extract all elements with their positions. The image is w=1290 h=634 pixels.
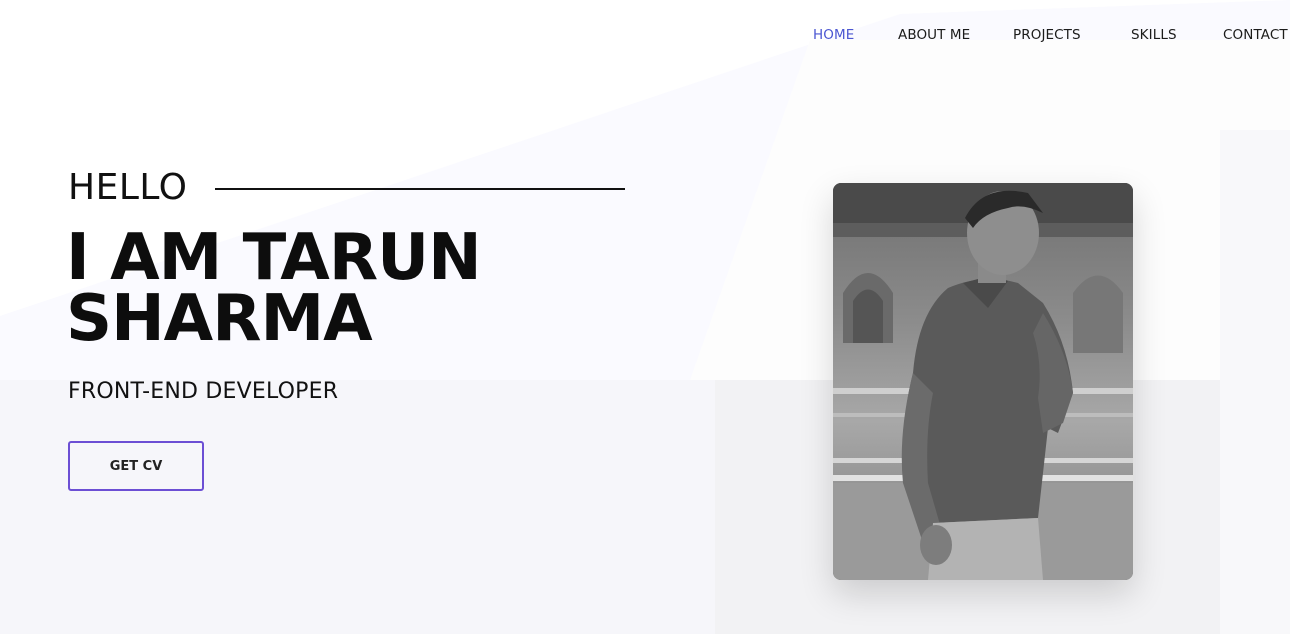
greeting-divider xyxy=(215,188,625,190)
name-line-1: I AM TARUN xyxy=(66,221,482,295)
get-cv-button[interactable]: GET CV xyxy=(68,441,204,491)
nav-contact-link[interactable]: CONTACT xyxy=(1223,27,1288,43)
greeting-text: HELLO xyxy=(68,167,188,208)
profile-photo xyxy=(833,183,1133,580)
hero-name-heading: I AM TARUN SHARMA xyxy=(66,221,482,356)
nav-about-link[interactable]: ABOUT ME xyxy=(898,27,970,43)
hero-page: HOME ABOUT ME PROJECTS SKILLS CONTACT HE… xyxy=(0,0,1290,634)
nav-home-link[interactable]: HOME xyxy=(813,27,854,43)
profile-photo-illustration xyxy=(833,183,1133,580)
nav-projects-link[interactable]: PROJECTS xyxy=(1013,27,1081,43)
role-text: FRONT-END DEVELOPER xyxy=(68,379,339,404)
name-line-2: SHARMA xyxy=(66,282,373,356)
main-nav: HOME ABOUT ME PROJECTS SKILLS CONTACT xyxy=(0,27,1290,45)
nav-skills-link[interactable]: SKILLS xyxy=(1131,27,1177,43)
